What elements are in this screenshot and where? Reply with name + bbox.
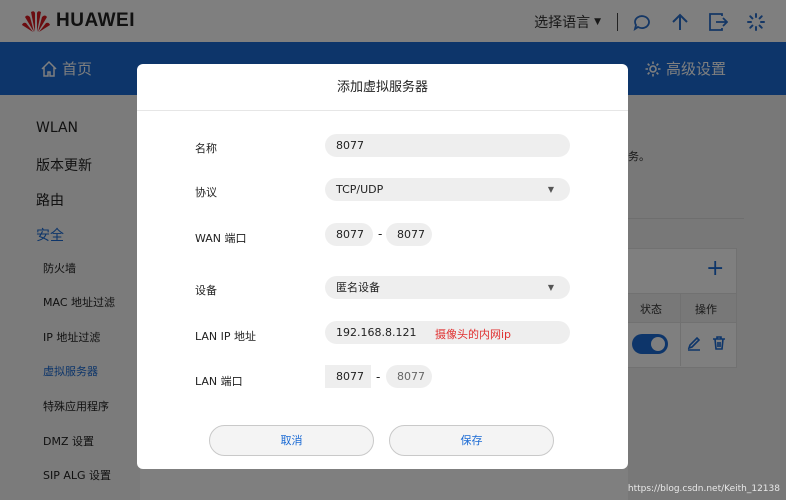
watermark: https://blog.csdn.net/Keith_12138 [628,484,780,494]
wan-port-end-value: 8077 [397,228,425,241]
wan-port-end-input[interactable]: 8077 [386,223,432,246]
lan-ip-label: LAN IP 地址 [195,328,256,344]
wan-port-label: WAN 端口 [195,230,247,246]
device-value: 匿名设备 [336,281,380,294]
name-input[interactable]: 8077 [325,134,570,157]
lan-port-end-input[interactable]: 8077 [386,365,432,388]
device-label: 设备 [195,282,217,298]
lan-port-start-input[interactable]: 8077 [325,365,371,388]
lan-ip-value: 192.168.8.121 [336,326,416,339]
lan-ip-annotation: 摄像头的内网ip [435,326,511,342]
dropdown-arrow-icon: ▼ [548,178,554,201]
name-value: 8077 [336,139,364,152]
lan-port-label: LAN 端口 [195,373,243,389]
wan-port-start-input[interactable]: 8077 [325,223,373,246]
lan-port-start-value: 8077 [336,370,364,383]
wan-port-start-value: 8077 [336,228,364,241]
lan-port-range-separator: - [376,370,380,384]
save-button[interactable]: 保存 [389,425,554,456]
protocol-select[interactable]: TCP/UDP ▼ [325,178,570,201]
wan-port-range-separator: - [378,227,382,241]
lan-port-end-value: 8077 [397,370,425,383]
cancel-button[interactable]: 取消 [209,425,374,456]
protocol-value: TCP/UDP [336,183,383,196]
device-select[interactable]: 匿名设备 ▼ [325,276,570,299]
dropdown-arrow-icon: ▼ [548,276,554,299]
protocol-label: 协议 [195,184,217,200]
dialog-title: 添加虚拟服务器 [137,64,628,111]
add-virtual-server-dialog: 添加虚拟服务器 名称 8077 协议 TCP/UDP ▼ WAN 端口 8077… [137,64,628,469]
name-label: 名称 [195,140,217,156]
